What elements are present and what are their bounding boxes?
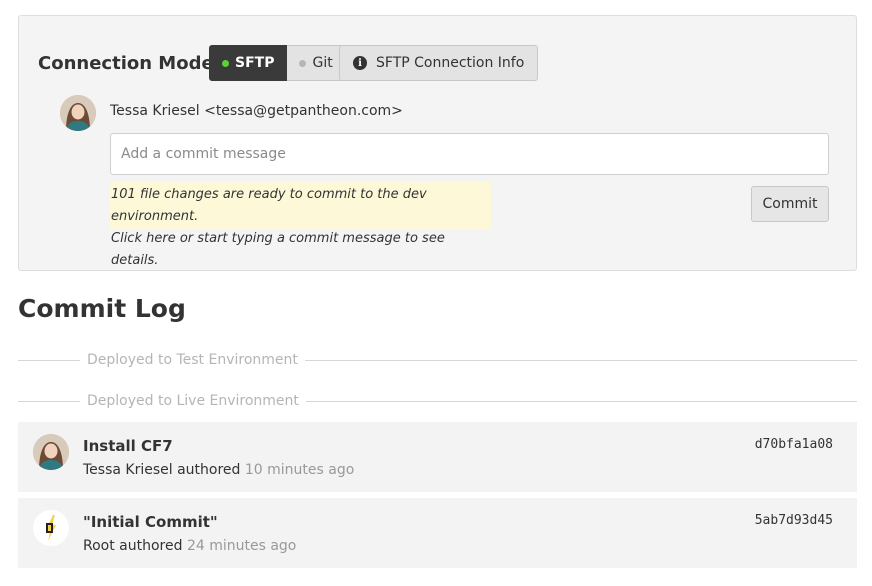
commit-hash[interactable]: d70bfa1a08 [755,437,833,452]
commit-author-avatar [33,434,69,470]
divider-line [304,359,857,361]
sftp-mode-label: SFTP [235,55,275,71]
pantheon-logo-icon [33,510,69,546]
commit-time: 24 minutes ago [186,538,297,554]
commit-author: Tessa Kriesel authored [83,462,241,478]
commit-row[interactable]: Install CF7 Tessa Kriesel authored 10 mi… [18,422,857,492]
commit-meta: Root authored 24 minutes ago [83,538,296,554]
pending-changes-notice[interactable]: 101 file changes are ready to commit to … [110,182,491,268]
deploy-live-divider: Deployed to Live Environment [18,391,857,411]
connection-mode-label: Connection Mode: [38,53,221,74]
status-dot-icon [299,59,307,67]
connection-panel: Connection Mode: SFTP Git i SFTP Connect… [18,15,857,271]
commit-author: Root authored [83,538,183,554]
commit-hash[interactable]: 5ab7d93d45 [755,513,833,528]
connection-mode-toggle: SFTP Git [209,45,346,81]
commit-button[interactable]: Commit [751,186,829,222]
status-dot-icon [222,59,229,67]
notice-line-2: Click here or start typing a commit mess… [111,231,445,268]
commit-title: "Initial Commit" [83,513,218,531]
info-circle-icon: i [353,56,367,70]
divider-line [18,400,80,402]
commit-meta: Tessa Kriesel authored 10 minutes ago [83,462,354,478]
git-mode-label: Git [312,55,333,71]
deploy-test-label: Deployed to Test Environment [87,352,298,368]
notice-line-1: 101 file changes are ready to commit to … [111,187,427,224]
deploy-live-label: Deployed to Live Environment [87,393,299,409]
commit-row[interactable]: "Initial Commit" Root authored 24 minute… [18,498,857,568]
commit-title: Install CF7 [83,437,173,455]
commit-time: 10 minutes ago [244,462,355,478]
author-avatar [60,95,96,131]
commit-message-input[interactable] [110,133,829,175]
divider-line [305,400,857,402]
sftp-connection-info-label: SFTP Connection Info [376,55,525,71]
commit-author: Tessa Kriesel <tessa@getpantheon.com> [110,103,403,119]
git-mode-button[interactable]: Git [287,45,346,81]
sftp-mode-button[interactable]: SFTP [209,45,288,81]
commit-log-title: Commit Log [18,294,186,323]
divider-line [18,359,80,361]
deploy-test-divider: Deployed to Test Environment [18,350,857,370]
sftp-connection-info-button[interactable]: i SFTP Connection Info [339,45,539,81]
